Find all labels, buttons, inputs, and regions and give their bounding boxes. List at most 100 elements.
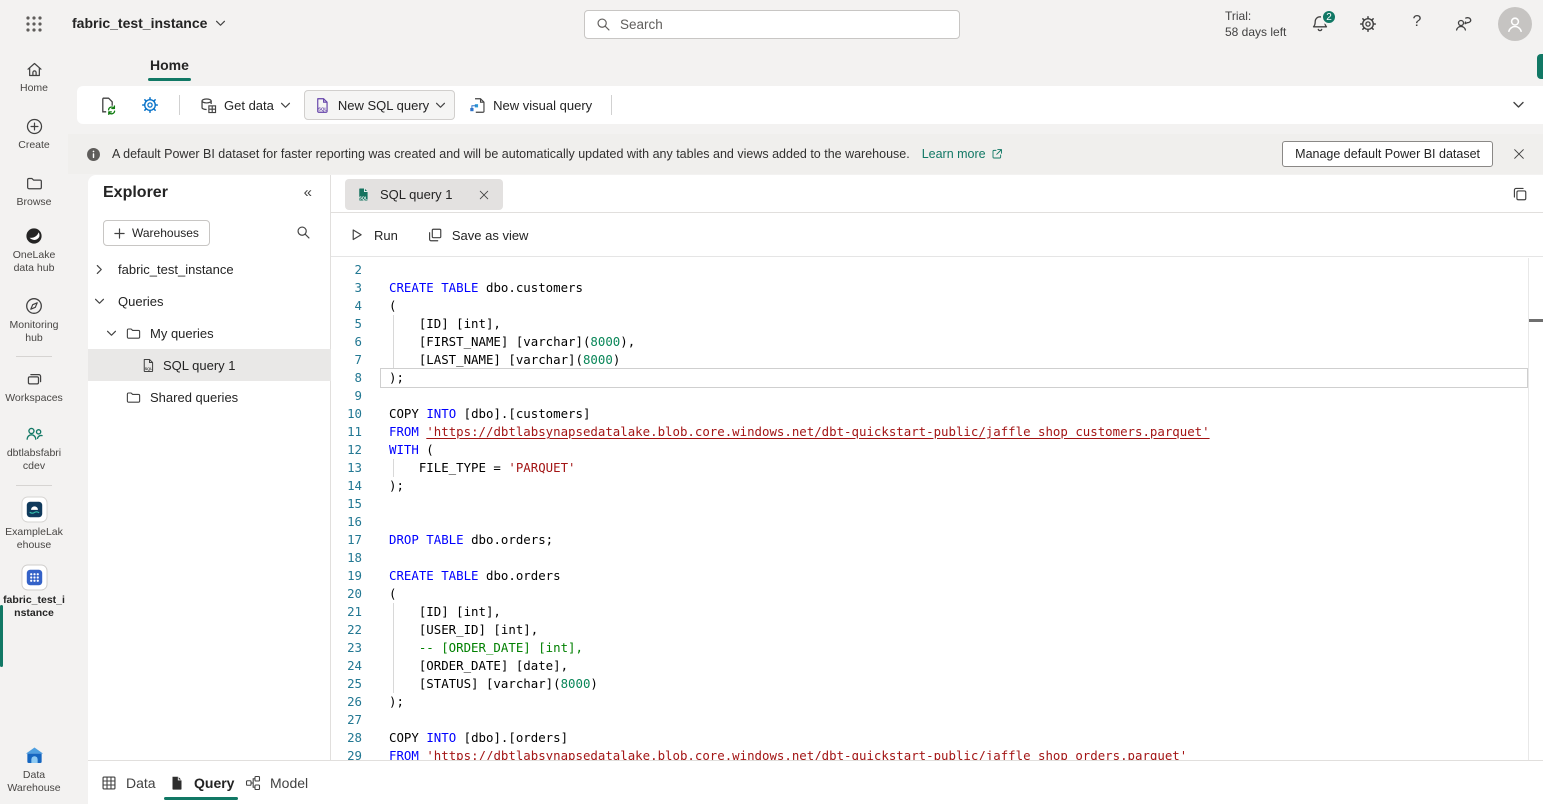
code-line-21[interactable]: 21 [ID] [int],	[331, 603, 1543, 621]
save-as-view-button[interactable]: Save as view	[426, 226, 529, 244]
code-line-5[interactable]: 5 [ID] [int],	[331, 315, 1543, 333]
view-tab-data[interactable]: Data	[100, 761, 156, 804]
code-line-3[interactable]: 3CREATE TABLE dbo.customers	[331, 279, 1543, 297]
code-line-24[interactable]: 24 [ORDER_DATE] [date],	[331, 657, 1543, 675]
rail-item-onelake-data-hub[interactable]: OneLake data hub	[0, 226, 68, 275]
line-number: 14	[331, 477, 362, 495]
code-line-19[interactable]: 19CREATE TABLE dbo.orders	[331, 567, 1543, 585]
feedback-icon[interactable]	[1453, 14, 1473, 34]
line-number: 24	[331, 657, 362, 675]
add-warehouses-button[interactable]: Warehouses	[103, 220, 210, 246]
rail-label: data hub	[0, 262, 68, 275]
rail-item-data-warehouse[interactable]: Data Warehouse	[0, 745, 68, 795]
line-content: (	[389, 585, 396, 603]
line-content: );	[389, 477, 404, 495]
query-editor: SQL query 1 Run Save as view 23CREATE TA…	[331, 175, 1543, 760]
plus-icon	[114, 228, 125, 239]
person-icon	[1504, 13, 1526, 35]
run-button[interactable]: Run	[348, 226, 398, 244]
code-line-15[interactable]: 15	[331, 495, 1543, 513]
code-line-27[interactable]: 27	[331, 711, 1543, 729]
code-line-14[interactable]: 14);	[331, 477, 1543, 495]
tree-label: SQL query 1	[163, 358, 236, 373]
line-number: 18	[331, 549, 362, 567]
code-line-25[interactable]: 25 [STATUS] [varchar](8000)	[331, 675, 1543, 693]
banner-close-icon[interactable]	[1511, 146, 1527, 162]
tree-item-my-queries[interactable]: My queries	[88, 317, 331, 349]
line-number: 23	[331, 639, 362, 657]
line-content: COPY INTO [dbo].[orders]	[389, 729, 568, 747]
rail-item-fabric-test-instance[interactable]: fabric_test_i nstance	[0, 564, 68, 620]
refresh-button[interactable]	[89, 90, 127, 120]
code-line-6[interactable]: 6 [FIRST_NAME] [varchar](8000),	[331, 333, 1543, 351]
rail-item-monitoring-hub[interactable]: Monitoring hub	[0, 296, 68, 345]
code-line-10[interactable]: 10COPY INTO [dbo].[customers]	[331, 405, 1543, 423]
workspace-switcher[interactable]: fabric_test_instance	[72, 15, 226, 31]
workspace-name: fabric_test_instance	[72, 15, 207, 31]
collapse-panel-icon[interactable]: «	[304, 184, 312, 201]
tree-item-queries[interactable]: Queries	[88, 285, 331, 317]
code-line-7[interactable]: 7 [LAST_NAME] [varchar](8000)	[331, 351, 1543, 369]
folder-icon	[125, 325, 142, 342]
code-line-8[interactable]: 8);	[331, 369, 1543, 387]
new-visual-query-label: New visual query	[493, 98, 592, 113]
account-avatar[interactable]	[1498, 7, 1532, 41]
get-data-button[interactable]: Get data	[190, 90, 300, 120]
database-icon	[199, 96, 218, 115]
tree-item-warehouse-root[interactable]: fabric_test_instance	[88, 253, 331, 285]
code-line-17[interactable]: 17DROP TABLE dbo.orders;	[331, 531, 1543, 549]
lakehouse-icon	[21, 496, 48, 523]
view-tab-model[interactable]: Model	[244, 761, 308, 804]
share-button[interactable]: Share	[1537, 54, 1543, 79]
learn-more-link[interactable]: Learn more	[922, 147, 1004, 161]
editor-overview-ruler[interactable]	[1528, 258, 1543, 760]
new-sql-query-button[interactable]: New SQL query	[304, 90, 455, 120]
chevron-right-icon	[96, 264, 103, 275]
gear-icon	[140, 95, 160, 115]
code-line-29[interactable]: 29FROM 'https://dbtlabsynapsedatalake.bl…	[331, 747, 1543, 760]
tree-item-shared-queries[interactable]: Shared queries	[88, 381, 331, 413]
code-line-13[interactable]: 13 FILE_TYPE = 'PARQUET'	[331, 459, 1543, 477]
explorer-search-icon[interactable]	[295, 224, 312, 241]
code-line-28[interactable]: 28COPY INTO [dbo].[orders]	[331, 729, 1543, 747]
settings-gear-icon[interactable]	[1358, 14, 1378, 34]
global-search[interactable]	[584, 10, 960, 39]
code-line-20[interactable]: 20(	[331, 585, 1543, 603]
code-line-23[interactable]: 23 -- [ORDER_DATE] [int],	[331, 639, 1543, 657]
code-line-18[interactable]: 18	[331, 549, 1543, 567]
tree-item-sql-query-1[interactable]: SQL query 1	[88, 349, 331, 381]
collapse-ribbon-chevron-icon[interactable]	[1512, 101, 1525, 109]
compass-icon	[24, 296, 44, 316]
code-line-4[interactable]: 4(	[331, 297, 1543, 315]
rail-item-create[interactable]: Create	[0, 117, 68, 152]
copy-icon[interactable]	[1511, 185, 1529, 203]
line-content: FROM 'https://dbtlabsynapsedatalake.blob…	[389, 747, 1187, 760]
rail-label: Monitoring	[0, 319, 68, 332]
app-launcher-icon[interactable]	[24, 14, 44, 34]
tab-home[interactable]: Home	[150, 57, 189, 81]
line-number: 17	[331, 531, 362, 549]
code-line-26[interactable]: 26);	[331, 693, 1543, 711]
explorer-panel: Explorer « Warehouses fabric_test_instan…	[88, 175, 331, 760]
tab-sql-query-1[interactable]: SQL query 1	[345, 179, 503, 210]
settings-button[interactable]	[131, 90, 169, 120]
rail-item-home[interactable]: Home	[0, 60, 68, 95]
code-line-22[interactable]: 22 [USER_ID] [int],	[331, 621, 1543, 639]
manage-default-dataset-button[interactable]: Manage default Power BI dataset	[1282, 141, 1493, 167]
code-line-16[interactable]: 16	[331, 513, 1543, 531]
code-line-2[interactable]: 2	[331, 261, 1543, 279]
code-line-11[interactable]: 11FROM 'https://dbtlabsynapsedatalake.bl…	[331, 423, 1543, 441]
rail-item-browse[interactable]: Browse	[0, 174, 68, 209]
sql-code-editor[interactable]: 23CREATE TABLE dbo.customers4(5 [ID] [in…	[331, 258, 1543, 760]
view-tab-query[interactable]: Query	[168, 761, 234, 804]
code-line-9[interactable]: 9	[331, 387, 1543, 405]
close-tab-icon[interactable]	[477, 188, 491, 202]
code-line-12[interactable]: 12WITH (	[331, 441, 1543, 459]
rail-item-dbtlabsfabricdev[interactable]: dbtlabsfabri cdev	[0, 423, 68, 473]
search-input[interactable]	[620, 17, 949, 32]
rail-item-workspaces[interactable]: Workspaces	[0, 370, 68, 405]
line-number: 5	[331, 315, 362, 333]
help-icon[interactable]: ?	[1410, 13, 1424, 31]
new-visual-query-button[interactable]: New visual query	[459, 90, 601, 120]
rail-item-examplelakehouse[interactable]: ExampleLak ehouse	[0, 496, 68, 552]
